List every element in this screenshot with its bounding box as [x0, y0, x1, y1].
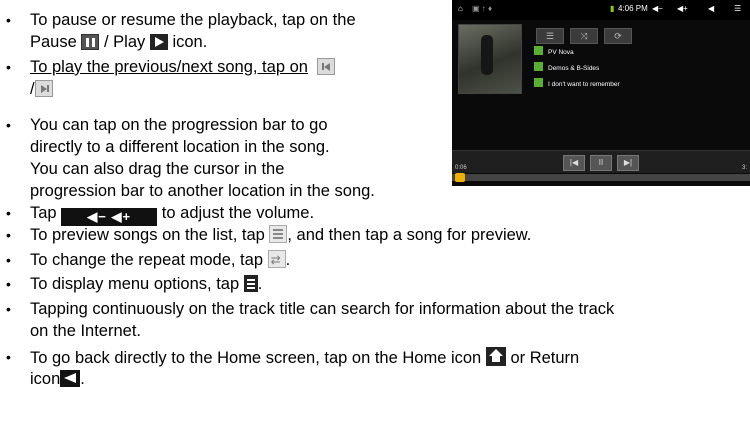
text: or Return — [510, 349, 580, 367]
text-line: You can also drag the cursor in the — [30, 160, 285, 178]
text-line: To go back directly to the Home screen, … — [30, 347, 579, 368]
status-bar: ⌂ ▣ ↑ ♦ ▮ 4:06 PM ◀− ◀+ ◀ ☰ — [452, 0, 750, 20]
text: , and then tap a song for preview. — [287, 226, 532, 244]
home-icon: ⌂ — [458, 4, 463, 13]
battery-icon: ▮ — [610, 4, 615, 13]
progress-cursor[interactable] — [455, 173, 465, 182]
text-line: You can tap on the progression bar to go — [30, 116, 328, 134]
text: . — [285, 251, 291, 269]
return-icon: ◀ — [708, 4, 715, 13]
text: To preview songs on the list, tap — [30, 226, 265, 244]
text-line: To display menu options, tap . — [30, 274, 262, 294]
text: To play the previous/next song, tap on — [30, 58, 308, 76]
text: Tap — [30, 204, 57, 222]
text: To change the repeat mode, tap — [30, 251, 263, 269]
status-icons: ▣ ↑ ♦ — [472, 4, 493, 13]
list-icon — [269, 225, 288, 243]
text-line: Pause / Play icon. — [30, 32, 207, 52]
text-line: on the Internet. — [30, 322, 141, 340]
text-line: To pause or resume the playback, tap on … — [30, 11, 356, 29]
play-icon — [149, 34, 168, 50]
text: . — [80, 370, 85, 388]
time-total: 3: — [742, 165, 748, 171]
text: icon. — [172, 33, 208, 51]
bullet: • — [6, 276, 11, 292]
playback-controls: |◀ II ▶| — [452, 150, 750, 173]
track-song[interactable]: I don't want to remember — [534, 78, 620, 90]
bullet: • — [6, 59, 11, 75]
list-icon[interactable]: ☰ — [536, 28, 564, 44]
text-line: To play the previous/next song, tap on — [30, 57, 335, 77]
menu-icon: ☰ — [734, 4, 742, 13]
bullet: • — [6, 205, 11, 221]
bullet: • — [6, 12, 11, 28]
next-icon — [34, 80, 53, 97]
text: To go back directly to the Home screen, … — [30, 349, 482, 367]
time-elapsed: 0:06 — [455, 165, 467, 171]
text-line: progression bar to another location in t… — [30, 182, 375, 200]
pause-button[interactable]: II — [590, 155, 612, 171]
text-line: directly to a different location in the … — [30, 138, 330, 156]
text: Pause — [30, 33, 77, 51]
text: to adjust the volume. — [161, 204, 315, 222]
artist-icon — [534, 46, 543, 55]
text-line: Tapping continuously on the track title … — [30, 300, 615, 318]
text: . — [257, 275, 263, 293]
song-icon — [534, 78, 543, 87]
shuffle-icon[interactable]: ⤨ — [570, 28, 598, 44]
pause-icon — [81, 34, 100, 50]
previous-button[interactable]: |◀ — [563, 155, 585, 171]
repeat-icon[interactable]: ⟳ — [604, 28, 632, 44]
next-button[interactable]: ▶| — [617, 155, 639, 171]
text: icon — [30, 370, 61, 388]
text-line: / — [30, 79, 53, 99]
track-album[interactable]: Demos & B-Sides — [534, 62, 599, 74]
previous-icon — [316, 58, 335, 75]
progress-bar[interactable] — [452, 174, 750, 181]
bullet: • — [6, 301, 11, 317]
text-line: To preview songs on the list, tap , and … — [30, 225, 531, 245]
bullet: • — [6, 349, 11, 365]
home-icon — [485, 347, 506, 366]
bullet: • — [6, 252, 11, 268]
volume-down-icon: ◀− — [652, 4, 663, 13]
volume-up-icon: ◀+ — [677, 4, 688, 13]
menu-icon — [243, 275, 258, 292]
bullet: • — [6, 117, 11, 133]
text: To display menu options, tap — [30, 275, 240, 293]
track-title[interactable]: PV Nova — [534, 46, 574, 58]
bullet: • — [6, 227, 11, 243]
text-line: To change the repeat mode, tap . — [30, 250, 290, 270]
clock: 4:06 PM — [618, 4, 648, 13]
repeat-icon — [267, 250, 286, 270]
volume-icon: ◀− ◀+ — [61, 208, 158, 226]
text-line: icon. — [30, 369, 85, 389]
text-line: Tap ◀− ◀+ to adjust the volume. — [30, 203, 314, 226]
album-art — [458, 24, 522, 94]
text: / Play — [103, 33, 146, 51]
return-icon — [60, 370, 81, 387]
album-icon — [534, 62, 543, 71]
music-player-screenshot: ⌂ ▣ ↑ ♦ ▮ 4:06 PM ◀− ◀+ ◀ ☰ ☰ ⤨ ⟳ PV Nov… — [452, 0, 750, 186]
